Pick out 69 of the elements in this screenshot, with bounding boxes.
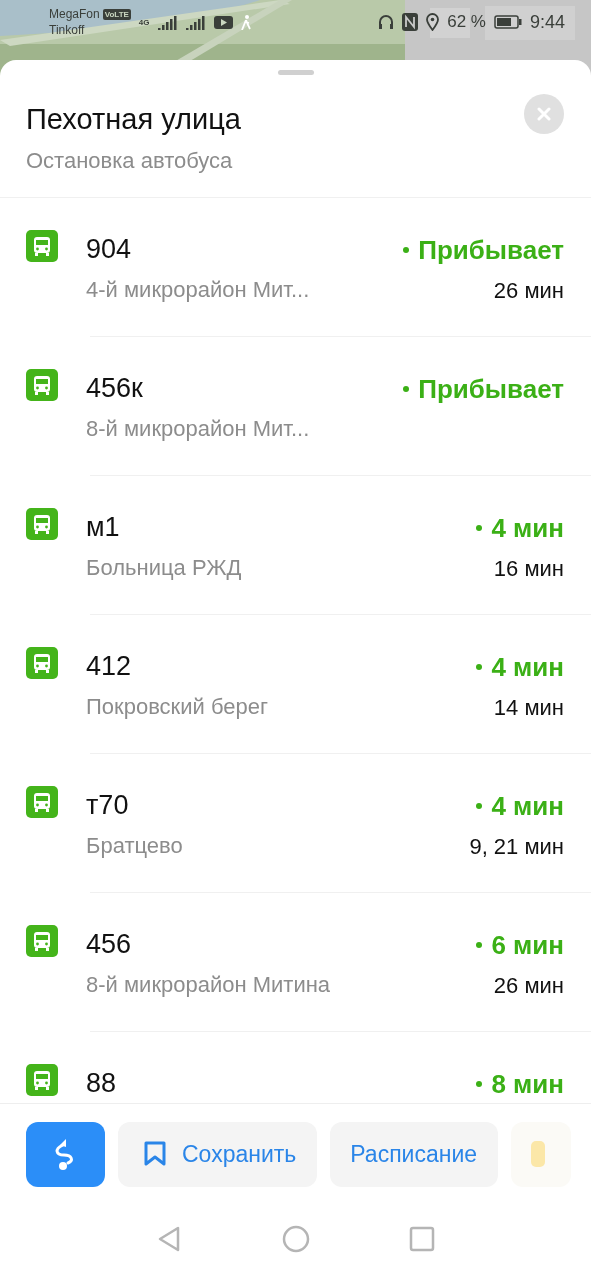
home-icon[interactable] (281, 1225, 310, 1253)
next-arrival: 14 мин (493, 694, 564, 722)
route-row[interactable]: 456к 8-й микрорайон Мит... Прибывает (0, 337, 591, 476)
live-dot-icon (476, 942, 483, 948)
next-arrival: 26 мин (493, 972, 564, 1000)
bus-icon (26, 508, 58, 540)
more-button[interactable] (511, 1121, 572, 1187)
route-row[interactable]: т70 Братцево 4 мин 9, 21 мин (0, 754, 591, 893)
stop-subtitle: Остановка автобуса (26, 147, 234, 175)
shape-icon (531, 1141, 546, 1167)
route-number: 412 (86, 650, 133, 682)
live-dot-icon (403, 247, 410, 253)
live-dot-icon (476, 664, 483, 670)
bus-icon (26, 647, 58, 679)
live-dot-icon (476, 525, 483, 531)
route-number: 904 (86, 233, 133, 265)
drag-handle[interactable] (277, 70, 314, 75)
signal-icon (185, 14, 206, 30)
route-number: 88 (86, 1067, 118, 1099)
stop-title: Пехотная улица (26, 102, 242, 137)
bus-icon (26, 369, 58, 401)
route-destination: 8-й микрорайон Мит... (86, 415, 311, 443)
recents-icon[interactable] (407, 1225, 436, 1253)
close-icon (537, 107, 551, 121)
route-row[interactable]: 412 Покровский берег 4 мин 14 мин (0, 615, 591, 754)
battery-icon (493, 15, 522, 29)
live-dot-icon (403, 386, 410, 392)
arrival-time: 4 мин (491, 512, 564, 544)
route-destination: 4-й микрорайон Мит... (86, 276, 311, 304)
bus-icon (26, 786, 58, 818)
route-number: 456 (86, 928, 133, 960)
arrival-time: 4 мин (491, 651, 564, 683)
route-destination: Братцево (86, 832, 184, 860)
bookmark-icon (144, 1141, 166, 1167)
bus-icon (26, 925, 58, 957)
route-row[interactable]: 904 4-й микрорайон Мит... Прибывает 26 мин (0, 198, 591, 337)
route-number: м1 (86, 511, 121, 543)
volte-badge: VoLTE (102, 8, 131, 20)
route-number: 456к (86, 372, 144, 404)
carrier-name: MegaFon (49, 6, 100, 22)
close-button[interactable] (524, 94, 564, 134)
arrival-time: Прибывает (418, 234, 564, 266)
route-row[interactable]: м1 Больница РЖД 4 мин 16 мин (0, 476, 591, 615)
route-button[interactable] (26, 1121, 105, 1187)
route-destination: Покровский берег (86, 693, 269, 721)
location-icon (426, 13, 440, 31)
arrival-time: Прибывает (418, 373, 564, 405)
arrival-time: 4 мин (491, 790, 564, 822)
battery-percent: 62 % (447, 12, 486, 32)
route-destination: Больница РЖД (86, 554, 243, 582)
bus-icon (26, 1064, 58, 1096)
arrival-time: 6 мин (491, 929, 564, 961)
clock-time: 9:44 (529, 11, 565, 33)
route-destination: 8-й микрорайон Митина (86, 971, 332, 999)
route-row[interactable]: 456 8-й микрорайон Митина 6 мин 26 мин (0, 893, 591, 1032)
headphones-icon (378, 14, 395, 30)
route-number: т70 (86, 789, 130, 821)
next-arrival: 16 мин (493, 555, 564, 583)
next-arrival: 9, 21 мин (469, 833, 564, 861)
signal-icon (157, 14, 178, 30)
bus-icon (26, 230, 58, 262)
carrier-name: Tinkoff (49, 22, 86, 38)
nfc-icon (402, 13, 419, 31)
next-arrival: 26 мин (493, 277, 564, 305)
live-dot-icon (476, 803, 483, 809)
walking-person-icon (240, 14, 251, 30)
live-dot-icon (476, 1081, 483, 1087)
arrival-time: 8 мин (491, 1068, 564, 1100)
network-type: 4G (138, 17, 150, 27)
